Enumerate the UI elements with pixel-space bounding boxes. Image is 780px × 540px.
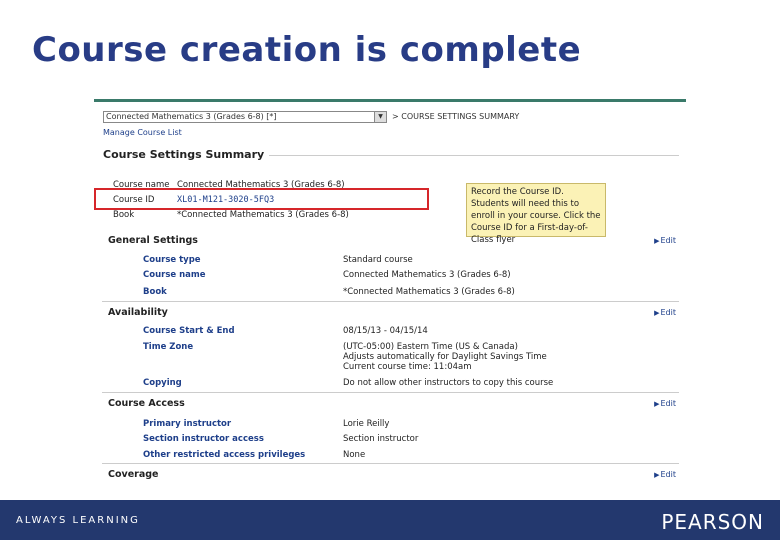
coverage-edit-link[interactable]: ▶Edit [654, 470, 676, 479]
coverage-title: Coverage [108, 469, 159, 480]
availability-edit-link[interactable]: ▶Edit [654, 308, 676, 317]
copying-value: Do not allow other instructors to copy t… [343, 378, 554, 388]
breadcrumb: > COURSE SETTINGS SUMMARY [392, 112, 520, 121]
primary-instructor-value: Lorie Reilly [343, 419, 390, 429]
general-settings-title: General Settings [108, 235, 198, 246]
book-value: *Connected Mathematics 3 (Grades 6-8) [177, 210, 349, 220]
course-id-highlight [94, 188, 429, 210]
arrow-right-icon: ▶ [654, 400, 660, 408]
restricted-privileges-value: None [343, 450, 366, 460]
course-access-title: Course Access [108, 398, 185, 409]
footer-bar: ALWAYS LEARNING PEARSON [0, 500, 780, 540]
general-book-value: *Connected Mathematics 3 (Grades 6-8) [343, 287, 515, 297]
arrow-right-icon: ▶ [654, 237, 660, 245]
course-start-end-value: 08/15/13 - 04/15/14 [343, 326, 428, 336]
divider [102, 463, 679, 464]
copying-label[interactable]: Copying [143, 378, 182, 388]
general-course-name-label[interactable]: Course name [143, 270, 206, 280]
edit-label: Edit [660, 308, 677, 317]
general-edit-link[interactable]: ▶Edit [654, 236, 676, 245]
summary-title: Course Settings Summary [103, 148, 265, 161]
arrow-right-icon: ▶ [654, 309, 660, 317]
restricted-privileges-label[interactable]: Other restricted access privileges [143, 450, 305, 460]
section-instructor-access-label[interactable]: Section instructor access [143, 434, 264, 444]
course-id-callout: Record the Course ID. Students will need… [466, 183, 606, 245]
general-course-name-value: Connected Mathematics 3 (Grades 6-8) [343, 270, 511, 280]
edit-label: Edit [660, 470, 677, 479]
primary-instructor-label[interactable]: Primary instructor [143, 419, 231, 429]
edit-label: Edit [660, 236, 677, 245]
time-zone-value: (UTC-05:00) Eastern Time (US & Canada) [343, 342, 518, 352]
access-edit-link[interactable]: ▶Edit [654, 399, 676, 408]
time-zone-label[interactable]: Time Zone [143, 342, 193, 352]
arrow-right-icon: ▶ [654, 471, 660, 479]
tagline: ALWAYS LEARNING [16, 515, 140, 526]
divider [102, 301, 679, 302]
course-select[interactable]: Connected Mathematics 3 (Grades 6-8) [*]… [103, 111, 387, 123]
manage-course-list-link[interactable]: Manage Course List [103, 128, 182, 137]
slide-title: Course creation is complete [32, 30, 582, 70]
section-instructor-access-value: Section instructor [343, 434, 419, 444]
availability-title: Availability [108, 307, 168, 318]
book-label: Book [113, 210, 135, 220]
divider [102, 392, 679, 393]
dst-note: Adjusts automatically for Daylight Savin… [343, 352, 547, 362]
course-type-label[interactable]: Course type [143, 255, 201, 265]
brand-logo: PEARSON [661, 510, 764, 534]
course-start-end-label[interactable]: Course Start & End [143, 326, 235, 336]
course-type-value: Standard course [343, 255, 413, 265]
edit-label: Edit [660, 399, 677, 408]
general-book-label[interactable]: Book [143, 287, 167, 297]
current-time: Current course time: 11:04am [343, 362, 472, 370]
course-select-value: Connected Mathematics 3 (Grades 6-8) [*] [106, 112, 277, 121]
chevron-down-icon[interactable]: ▼ [374, 112, 386, 122]
course-settings-screenshot: Connected Mathematics 3 (Grades 6-8) [*]… [94, 99, 686, 483]
divider [269, 155, 679, 156]
